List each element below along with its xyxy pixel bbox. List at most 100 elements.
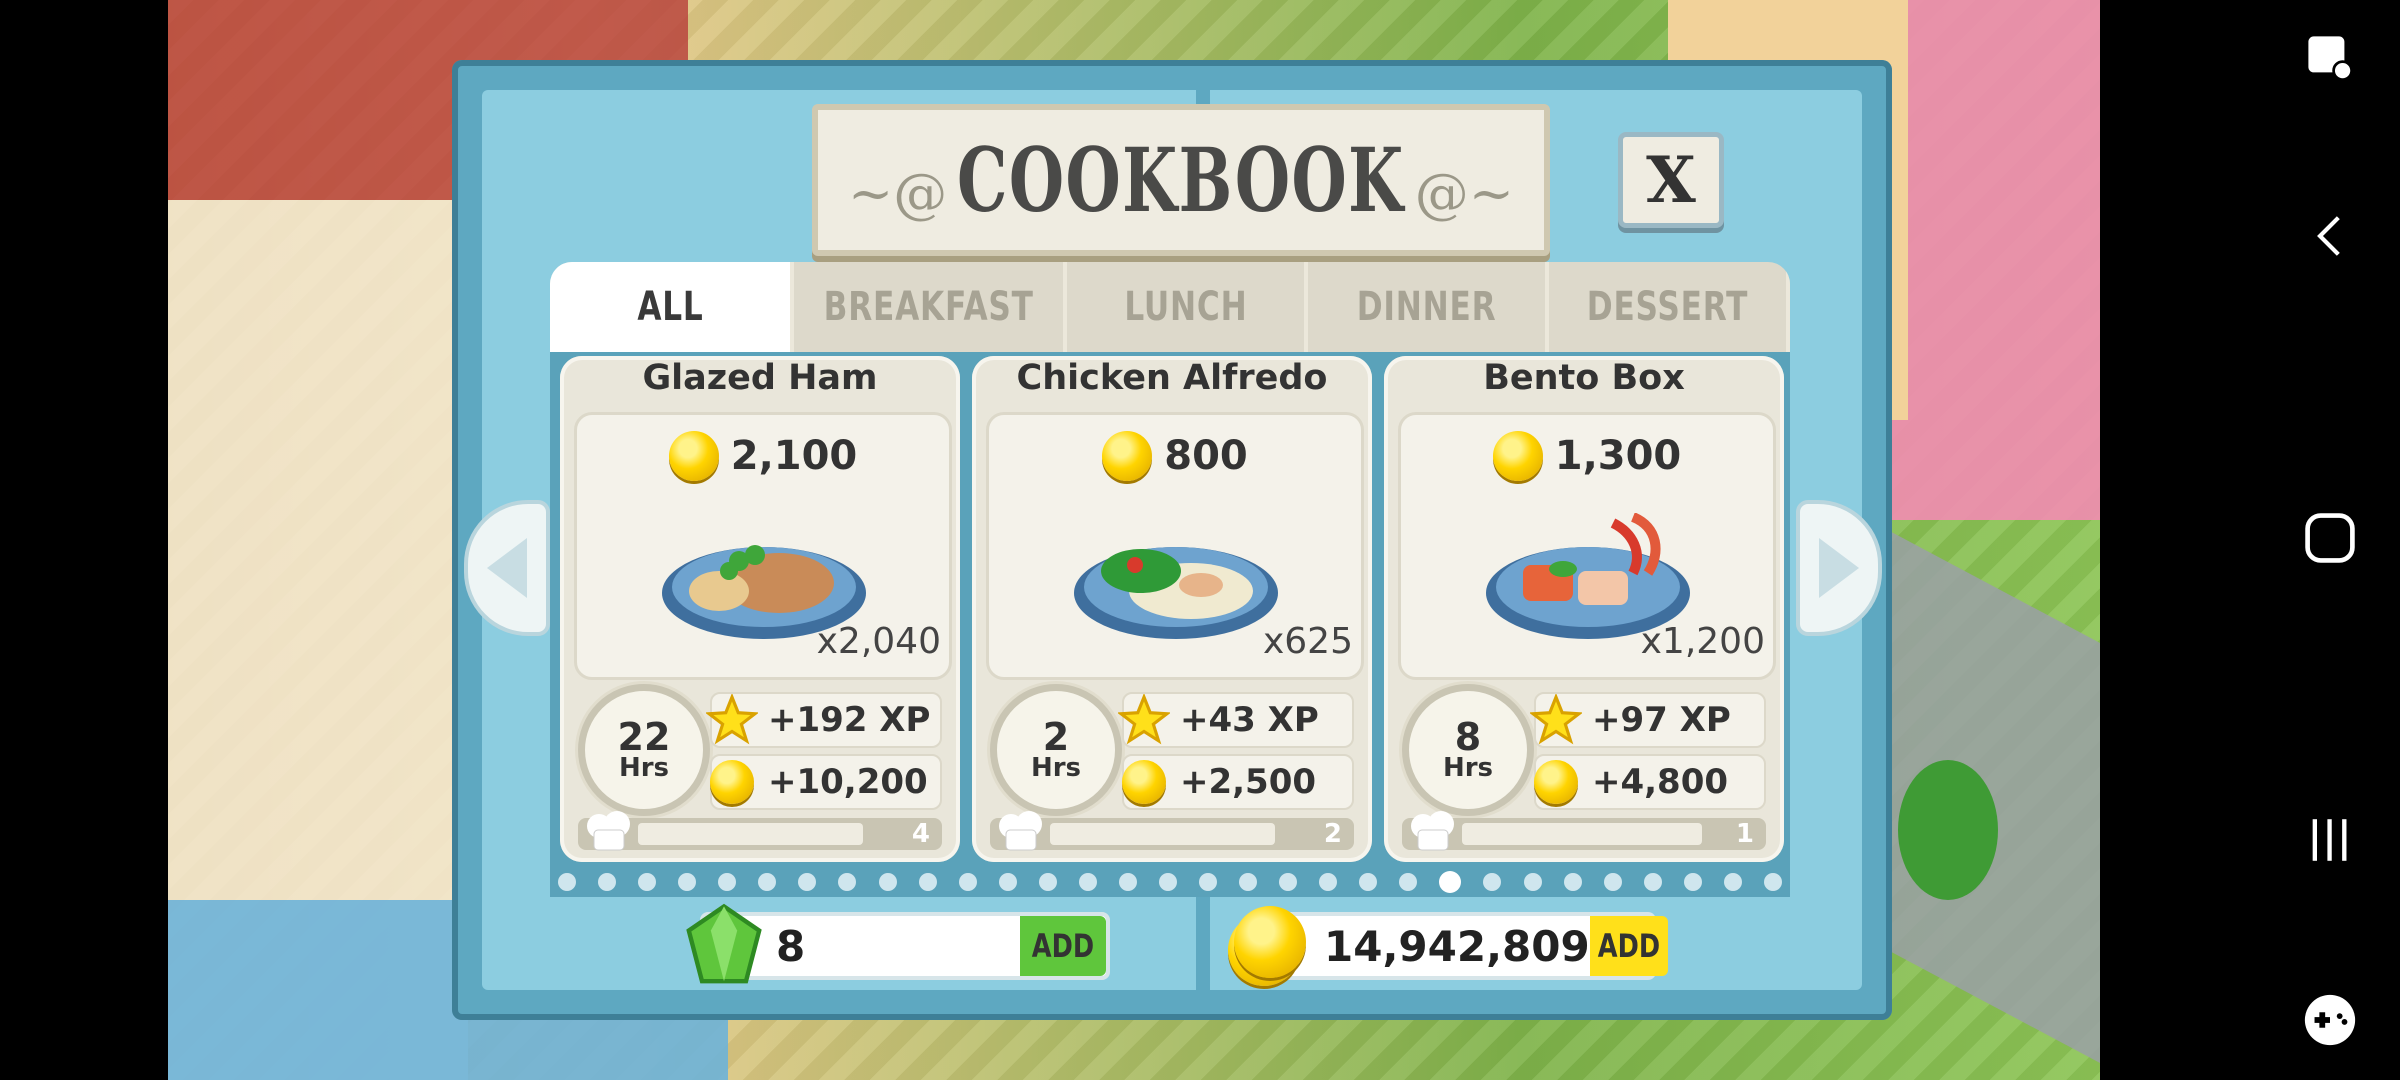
- mastery-level: 2: [1323, 819, 1342, 849]
- add-label: ADD: [1597, 927, 1660, 965]
- xp-value: +192 XP: [768, 700, 931, 740]
- add-gems-button[interactable]: ADD: [1020, 916, 1106, 976]
- close-icon: X: [1646, 142, 1696, 218]
- pagination-dot[interactable]: [958, 873, 977, 891]
- home-icon[interactable]: [2290, 498, 2370, 578]
- cook-time-unit: Hrs: [1030, 753, 1082, 783]
- pagination-dot[interactable]: [1683, 873, 1702, 891]
- edit-icon[interactable]: [2290, 18, 2370, 98]
- mastery-progress: 4: [578, 811, 942, 851]
- coin-icon: [1534, 760, 1578, 804]
- recipe-card[interactable]: Chicken Alfredo 800 x625 2 Hrs +43 XP +2…: [972, 356, 1372, 862]
- pagination-dot[interactable]: [1563, 873, 1582, 891]
- arrow-right-icon: [1819, 538, 1859, 598]
- pagination-dot[interactable]: [1038, 873, 1057, 891]
- pagination-dot[interactable]: [558, 873, 576, 891]
- recipe-preview: 1,300 x1,200: [1398, 412, 1776, 680]
- price-value: 1,300: [1554, 433, 1682, 479]
- pagination-dot[interactable]: [1158, 873, 1177, 891]
- pagination-dot[interactable]: [758, 873, 777, 891]
- page-title: COOKBOOK: [957, 128, 1405, 232]
- tab-all[interactable]: ALL: [550, 262, 794, 352]
- category-tabs: ALL BREAKFAST LUNCH DINNER DESSERT: [550, 262, 1790, 352]
- price-value: 2,100: [730, 433, 858, 479]
- coin-reward-value: +10,200: [768, 762, 928, 802]
- pagination-dot[interactable]: [1643, 873, 1662, 891]
- pagination-dot[interactable]: [598, 873, 617, 891]
- coins-balance: 14,942,809 ADD: [1228, 906, 1668, 986]
- pagination-dot[interactable]: [1723, 873, 1742, 891]
- mastery-progress: 2: [990, 811, 1354, 851]
- pagination-dot[interactable]: [638, 873, 657, 891]
- recipe-name: Chicken Alfredo: [1016, 358, 1328, 398]
- pagination-dot[interactable]: [918, 873, 937, 891]
- recipe-name: Glazed Ham: [642, 358, 878, 398]
- tab-breakfast[interactable]: BREAKFAST: [794, 262, 1068, 352]
- xp-reward: +97 XP: [1530, 692, 1766, 748]
- coin-reward: +4,800: [1534, 754, 1766, 810]
- tab-dinner[interactable]: DINNER: [1308, 262, 1550, 352]
- pagination-dot[interactable]: [678, 873, 697, 891]
- coin-icon: [1492, 431, 1543, 481]
- recipe-preview: 2,100 x2,040: [574, 412, 952, 680]
- arrow-left-icon: [487, 538, 527, 598]
- recents-icon[interactable]: [2290, 800, 2370, 880]
- pagination-dot[interactable]: [1483, 873, 1502, 891]
- pagination-dot[interactable]: [1319, 873, 1338, 891]
- clock-icon: 22 Hrs: [578, 684, 710, 816]
- coin-icon: [1102, 431, 1153, 481]
- pagination-dot[interactable]: [878, 873, 897, 891]
- pagination-dot[interactable]: [1523, 873, 1542, 891]
- recipe-card[interactable]: Bento Box 1,300 x1,200 8 Hrs +97 XP +4,8…: [1384, 356, 1784, 862]
- tab-dessert[interactable]: DESSERT: [1549, 262, 1790, 352]
- progress-fill: [638, 823, 863, 845]
- pagination-dot[interactable]: [1603, 873, 1622, 891]
- pagination-dot-active[interactable]: [1439, 871, 1462, 893]
- cook-time: 2: [1042, 715, 1070, 759]
- pagination-dot[interactable]: [1359, 873, 1378, 891]
- cook-time-unit: Hrs: [1442, 753, 1494, 783]
- gems-balance: 8 ADD: [686, 903, 1110, 984]
- progress-fill: [1050, 823, 1275, 845]
- pagination-dot[interactable]: [998, 873, 1017, 891]
- tab-lunch[interactable]: LUNCH: [1067, 262, 1309, 352]
- pagination-dot[interactable]: [798, 873, 817, 891]
- pagination-dots: [550, 866, 1790, 898]
- pagination-dot[interactable]: [1118, 873, 1137, 891]
- add-coins-button[interactable]: ADD: [1589, 916, 1668, 976]
- gem-icon: [686, 903, 762, 984]
- pagination-dot[interactable]: [1199, 873, 1217, 891]
- back-icon[interactable]: [2290, 196, 2370, 276]
- title-plate: ~@ COOKBOOK @~: [812, 104, 1550, 256]
- pagination-dot[interactable]: [1078, 873, 1097, 891]
- cook-time: 8: [1454, 715, 1482, 759]
- swirl-right-icon: @~: [1414, 162, 1514, 225]
- recipe-name: Bento Box: [1483, 358, 1685, 398]
- pagination-dot[interactable]: [1763, 873, 1782, 891]
- close-button[interactable]: X: [1618, 132, 1724, 228]
- add-label: ADD: [1031, 927, 1095, 965]
- mastery-progress: 1: [1402, 811, 1766, 851]
- pagination-dot[interactable]: [838, 873, 857, 891]
- servings-count: x1,200: [1640, 621, 1765, 662]
- pagination-dot[interactable]: [1399, 873, 1418, 891]
- recipe-price: 2,100: [577, 431, 949, 481]
- chicken-alfredo-dish-icon: [1074, 547, 1278, 639]
- coin-icon: [710, 760, 754, 804]
- price-value: 800: [1164, 433, 1248, 479]
- coin-icon: [668, 431, 719, 481]
- coin-reward: +10,200: [710, 754, 942, 810]
- tree: [1898, 760, 1998, 900]
- pagination-dot[interactable]: [718, 873, 737, 891]
- clock-icon: 8 Hrs: [1402, 684, 1534, 816]
- star-icon: [1530, 694, 1582, 745]
- coin-icon: [1122, 760, 1166, 804]
- pagination-dot[interactable]: [1279, 873, 1298, 891]
- progress-fill: [1462, 823, 1702, 845]
- coin-reward: +2,500: [1122, 754, 1354, 810]
- pagination-dot[interactable]: [1239, 873, 1258, 891]
- recipe-card[interactable]: Glazed Ham 2,100 x2,040 22 Hrs +192 XP +…: [560, 356, 960, 862]
- gamepad-icon[interactable]: [2290, 980, 2370, 1060]
- clock-icon: 2 Hrs: [990, 684, 1122, 816]
- recipe-price: 1,300: [1401, 431, 1773, 481]
